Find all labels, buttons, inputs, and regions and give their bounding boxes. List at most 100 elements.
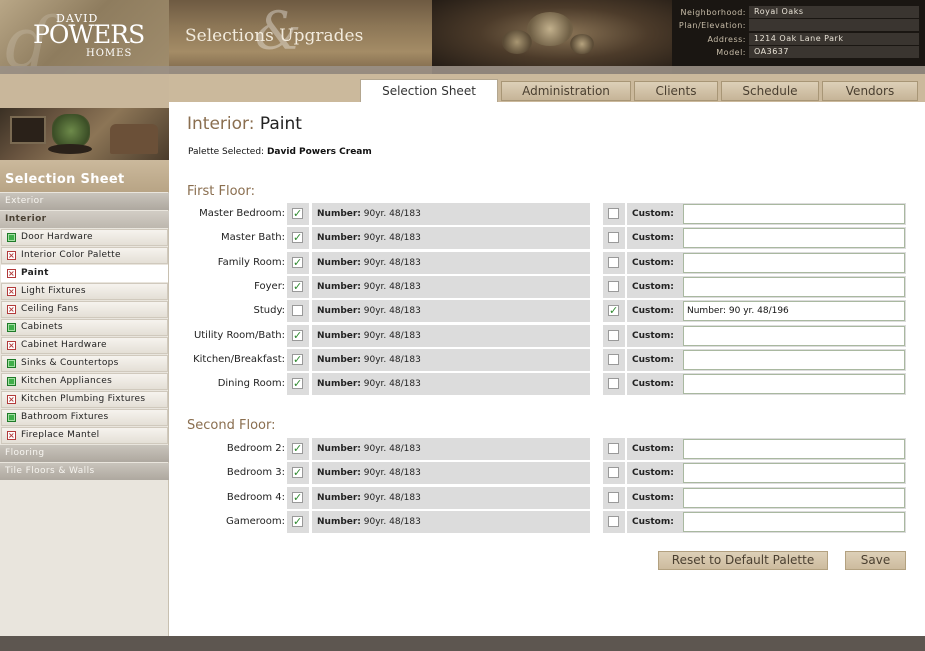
room-row: Kitchen/Breakfast: ✓ Number: 90yr. 48/183 C… xyxy=(169,348,925,371)
brand-logo[interactable]: ɗ DAVID POWERS HOMES xyxy=(0,0,169,74)
number-label: Number: xyxy=(317,354,361,365)
sidebar-item[interactable]: Kitchen Appliances xyxy=(1,373,168,390)
number-value: 90yr. 48/183 xyxy=(363,492,421,503)
custom-cell: Custom: xyxy=(627,348,906,371)
number-label: Number: xyxy=(317,257,361,268)
tab-clients[interactable]: Clients xyxy=(634,81,718,101)
tab-vendors[interactable]: Vendors xyxy=(822,81,918,101)
custom-cell: Custom: xyxy=(627,373,906,396)
room-label: Utility Room/Bath: xyxy=(193,329,285,341)
standard-checkbox-cell: ✓ xyxy=(287,203,309,225)
custom-checkbox[interactable] xyxy=(608,491,619,503)
flower-icon xyxy=(502,30,532,54)
sidebar-interior-items: Door Hardware × Interior Color Palette × Pai… xyxy=(0,229,169,444)
page-title-prefix: Interior: xyxy=(187,114,260,134)
custom-input[interactable] xyxy=(683,276,905,297)
custom-input[interactable] xyxy=(683,349,905,370)
standard-checkbox[interactable]: ✓ xyxy=(292,467,303,479)
custom-checkbox[interactable] xyxy=(608,443,619,454)
custom-label: Custom: xyxy=(632,257,674,268)
number-label: Number: xyxy=(317,468,361,479)
room-label: Master Bedroom: xyxy=(199,208,285,219)
standard-checkbox-cell: ✓ xyxy=(287,348,309,371)
sidebar-item[interactable]: × Light Fixtures xyxy=(1,283,168,300)
custom-input[interactable] xyxy=(683,487,905,508)
custom-input[interactable] xyxy=(683,511,905,532)
sidebar-item-label: Interior Color Palette xyxy=(21,250,121,260)
custom-input[interactable] xyxy=(683,325,905,346)
sidebar-item[interactable]: × Fireplace Mantel xyxy=(1,427,168,444)
custom-label: Custom: xyxy=(632,330,674,341)
sidebar-item[interactable]: Door Hardware xyxy=(1,229,168,246)
standard-checkbox[interactable]: ✓ xyxy=(292,208,303,219)
custom-checkbox[interactable] xyxy=(608,467,619,479)
custom-checkbox[interactable] xyxy=(608,256,619,268)
info-label: Address: xyxy=(707,35,746,44)
sidebar-category-flooring[interactable]: Flooring xyxy=(0,445,169,462)
sidebar-item[interactable]: Bathroom Fixtures xyxy=(1,409,168,426)
custom-input[interactable]: Number: 90 yr. 48/196 xyxy=(683,301,905,322)
sidebar-item[interactable]: × Cabinet Hardware xyxy=(1,337,168,354)
standard-checkbox[interactable]: ✓ xyxy=(292,443,303,454)
custom-input[interactable] xyxy=(683,204,905,224)
tab-administration[interactable]: Administration xyxy=(501,81,631,101)
number-value: 90yr. 48/183 xyxy=(363,468,421,479)
tab-schedule[interactable]: Schedule xyxy=(721,81,819,101)
room-label: Dining Room: xyxy=(217,378,285,390)
standard-checkbox[interactable] xyxy=(292,305,303,317)
sidebar-item[interactable]: Cabinets xyxy=(1,319,168,336)
custom-checkbox[interactable] xyxy=(608,515,619,527)
custom-input[interactable] xyxy=(683,463,905,484)
sidebar-item[interactable]: × Ceiling Fans xyxy=(1,301,168,318)
standard-checkbox-cell: ✓ xyxy=(287,251,309,274)
save-button[interactable]: Save xyxy=(845,551,906,570)
sidebar-item[interactable]: × Paint xyxy=(1,265,168,282)
custom-checkbox-cell xyxy=(603,486,625,509)
room-row: Master Bedroom: ✓ Number: 90yr. 48/183 Cust… xyxy=(169,203,925,225)
custom-input[interactable] xyxy=(683,439,905,459)
palette-label: Palette Selected: xyxy=(188,147,267,157)
sidebar-item-label: Door Hardware xyxy=(21,232,93,242)
sidebar-category-interior[interactable]: Interior xyxy=(0,211,169,228)
flower-icon xyxy=(570,34,594,54)
custom-input[interactable] xyxy=(683,374,905,395)
room-row: Dining Room: ✓ Number: 90yr. 48/183 Custom: xyxy=(169,373,925,396)
sidebar-item[interactable]: Sinks & Countertops xyxy=(1,355,168,372)
sidebar-item[interactable]: × Kitchen Plumbing Fixtures xyxy=(1,391,168,408)
standard-checkbox[interactable]: ✓ xyxy=(292,256,303,268)
standard-number-cell: Number: 90yr. 48/183 xyxy=(312,300,590,323)
number-label: Number: xyxy=(317,492,361,503)
custom-input[interactable] xyxy=(683,228,905,249)
room-row: Bedroom 2: ✓ Number: 90yr. 48/183 Custom: xyxy=(169,438,925,460)
custom-checkbox-cell xyxy=(603,510,625,533)
custom-checkbox[interactable] xyxy=(608,280,619,292)
header-divider xyxy=(0,66,925,74)
tab-selection-sheet[interactable]: Selection Sheet xyxy=(360,79,498,102)
sidebar-item-label: Sinks & Countertops xyxy=(21,358,119,368)
sidebar-category-exterior[interactable]: Exterior xyxy=(0,193,169,210)
custom-checkbox[interactable] xyxy=(608,378,619,390)
standard-number-cell: Number: 90yr. 48/183 xyxy=(312,348,590,371)
sidebar-item-label: Paint xyxy=(21,268,49,278)
custom-checkbox[interactable] xyxy=(608,232,619,244)
standard-checkbox-cell: ✓ xyxy=(287,510,309,533)
reset-palette-button[interactable]: Reset to Default Palette xyxy=(658,551,828,570)
standard-checkbox[interactable]: ✓ xyxy=(292,378,303,390)
standard-checkbox[interactable]: ✓ xyxy=(292,515,303,527)
info-label: Neighborhood: xyxy=(680,8,746,17)
sidebar-category-tile[interactable]: Tile Floors & Walls xyxy=(0,463,169,480)
sidebar-item-label: Light Fixtures xyxy=(21,286,86,296)
custom-checkbox[interactable]: ✓ xyxy=(608,305,619,317)
header: ɗ DAVID POWERS HOMES & Selections Upgrad… xyxy=(0,0,925,74)
sidebar-item[interactable]: × Interior Color Palette xyxy=(1,247,168,264)
custom-checkbox[interactable] xyxy=(608,208,619,219)
standard-checkbox[interactable]: ✓ xyxy=(292,353,303,365)
standard-checkbox[interactable]: ✓ xyxy=(292,232,303,244)
sidebar-heading: Selection Sheet xyxy=(0,160,169,192)
custom-checkbox[interactable] xyxy=(608,329,619,341)
standard-checkbox[interactable]: ✓ xyxy=(292,329,303,341)
custom-input[interactable] xyxy=(683,252,905,273)
custom-checkbox[interactable] xyxy=(608,353,619,365)
standard-checkbox[interactable]: ✓ xyxy=(292,491,303,503)
standard-checkbox[interactable]: ✓ xyxy=(292,280,303,292)
